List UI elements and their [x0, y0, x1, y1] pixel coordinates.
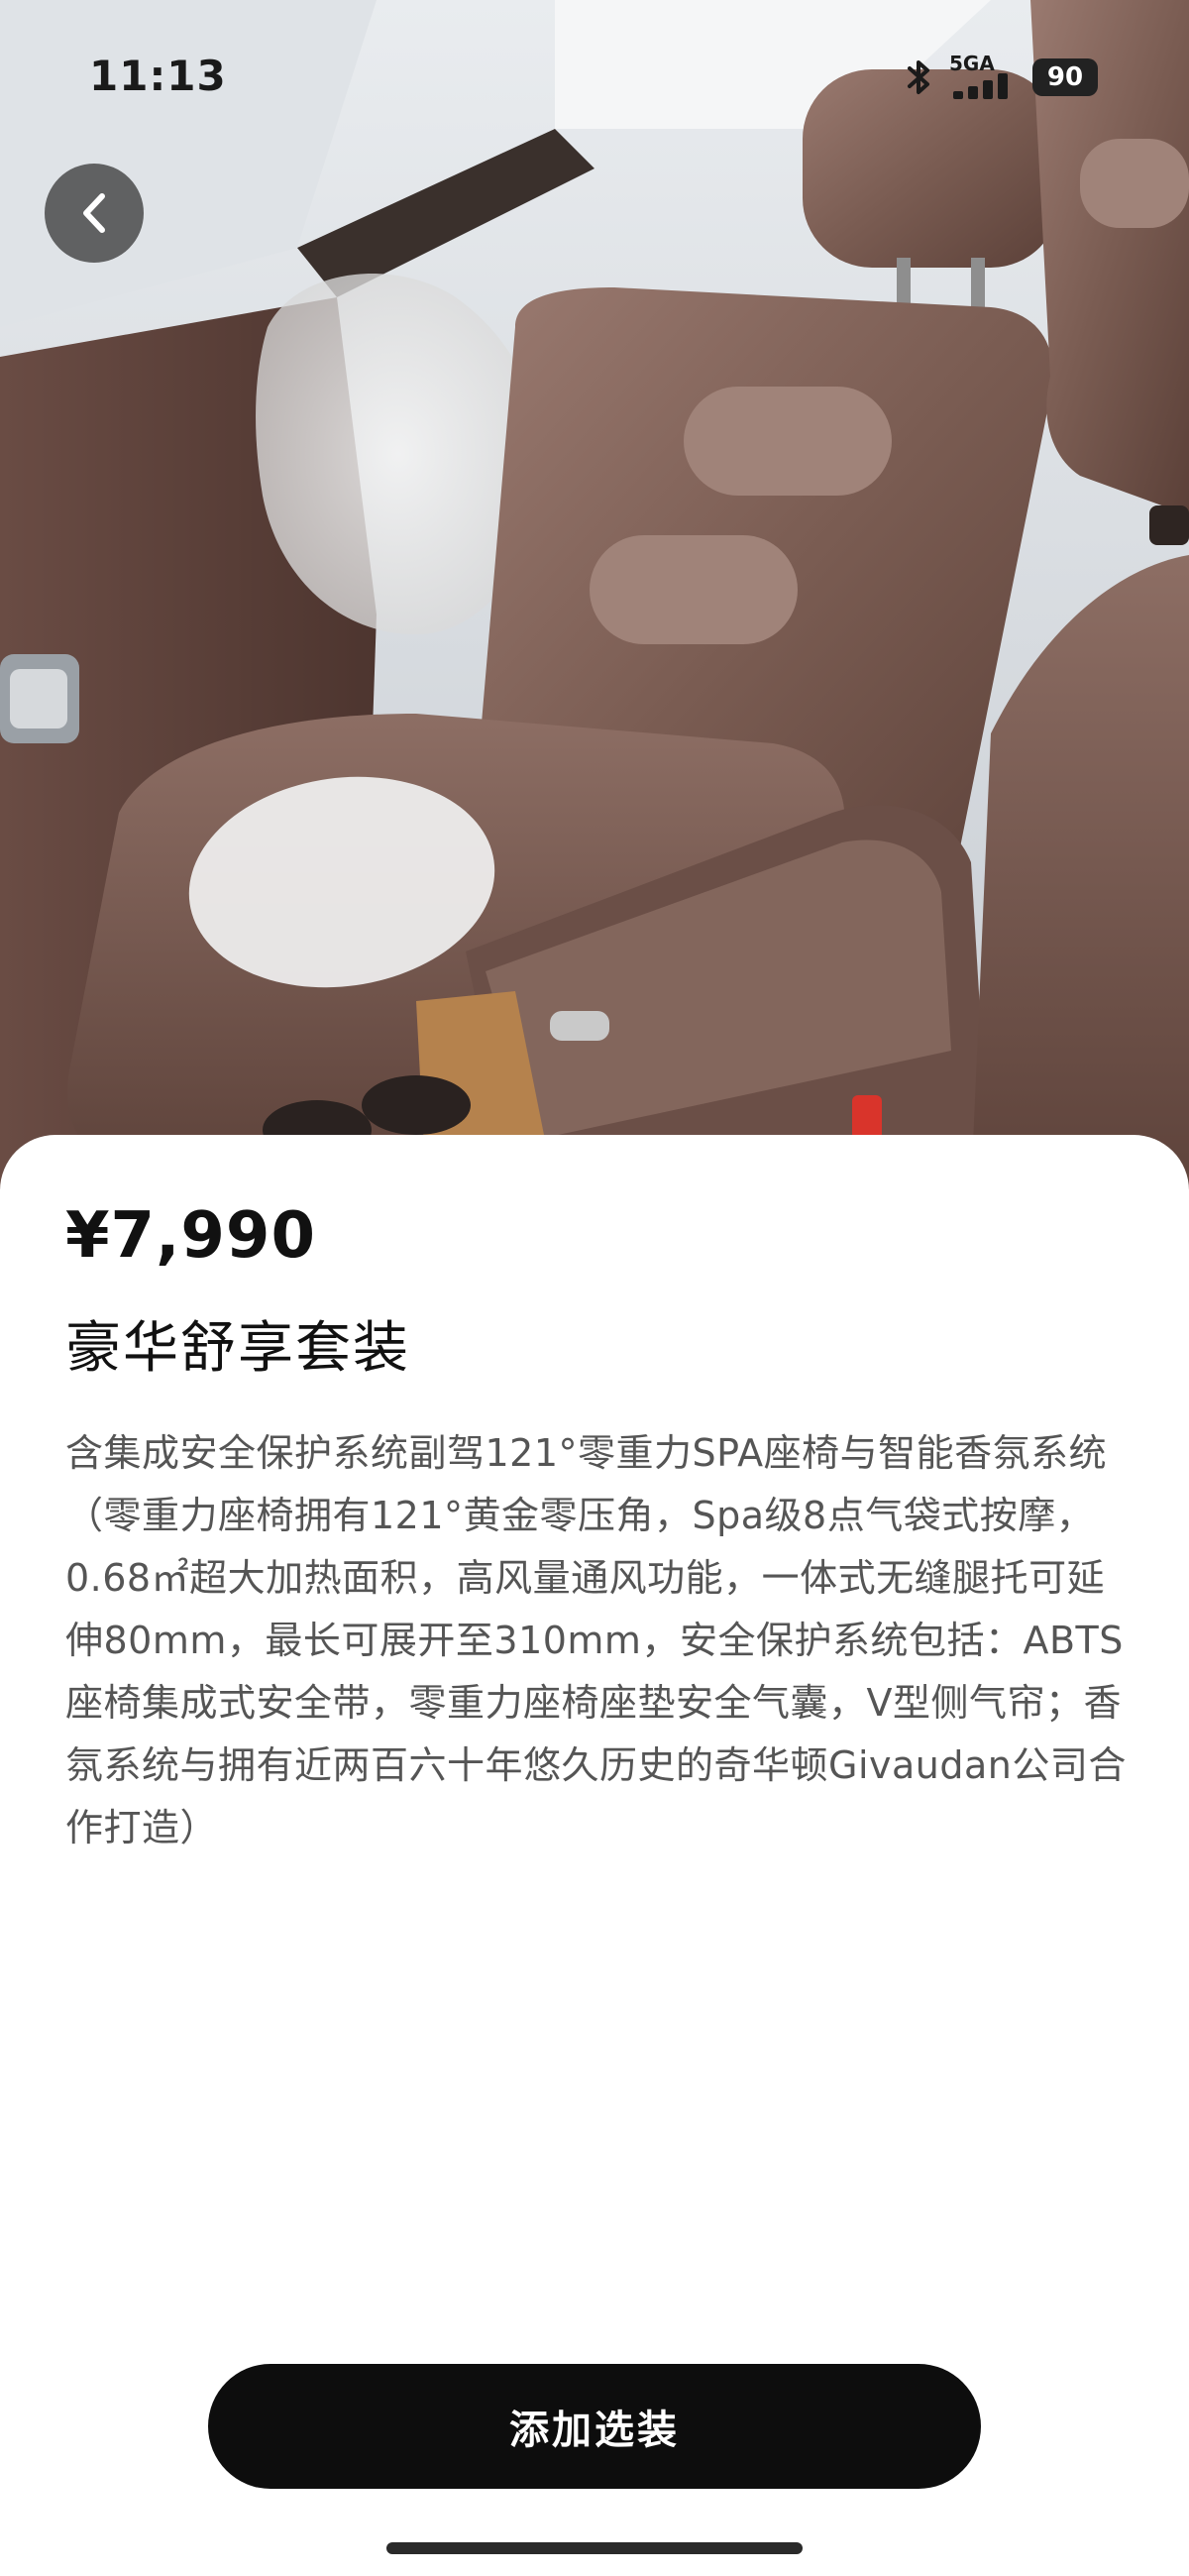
network-type-label: 5GA [949, 52, 995, 75]
battery-indicator: 90 [1032, 58, 1098, 96]
cellular-signal: 5GA [949, 52, 1019, 99]
chevron-left-icon [83, 193, 105, 233]
back-button[interactable] [45, 164, 144, 263]
product-title: 豪华舒享套装 [65, 1316, 410, 1381]
product-price: ¥7,990 [65, 1199, 316, 1273]
status-time: 11:13 [89, 52, 227, 100]
add-option-button[interactable]: 添加选装 [208, 2364, 981, 2489]
hero-image [0, 0, 1189, 1189]
status-icons: 5GA 90 [902, 52, 1098, 99]
product-detail-sheet: ¥7,990 豪华舒享套装 含集成安全保护系统副驾121°零重力SPA座椅与智能… [0, 1135, 1189, 2576]
signal-bars-icon [953, 73, 1008, 99]
option-detail-screen: 11:13 5GA 90 ¥7,990 豪华舒享套装 含集成安全保护系统副驾12… [0, 0, 1189, 2576]
product-description: 含集成安全保护系统副驾121°零重力SPA座椅与智能香氛系统（零重力座椅拥有12… [65, 1431, 1127, 1849]
status-bar: 11:13 5GA 90 [0, 0, 1189, 149]
home-indicator [386, 2542, 803, 2554]
car-seat-interior-image [0, 0, 1189, 1189]
bluetooth-icon [908, 60, 929, 94]
